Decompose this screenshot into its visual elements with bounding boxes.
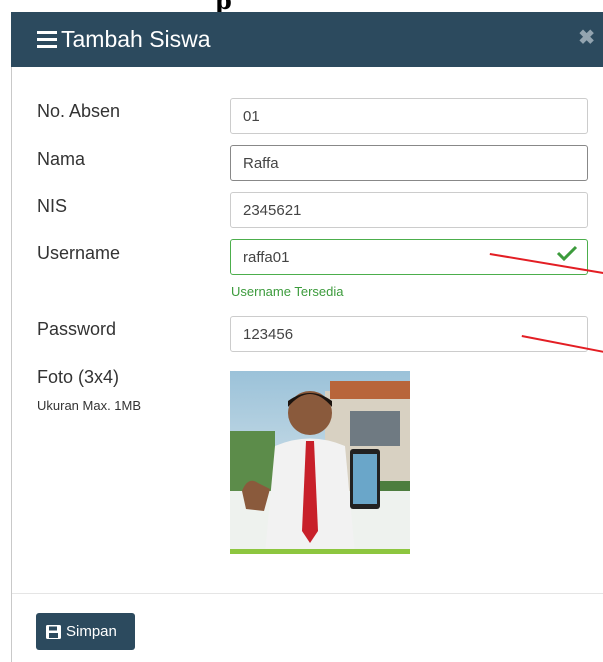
save-button-label: Simpan	[66, 623, 117, 640]
no-absen-label: No. Absen	[37, 101, 121, 121]
nama-label: Nama	[37, 149, 86, 169]
password-field[interactable]	[230, 316, 588, 352]
page-heading-fragment: p	[215, 0, 232, 12]
password-label: Password	[37, 319, 117, 339]
username-status: Username Tersedia	[231, 284, 344, 299]
foto-size-hint: Ukuran Max. 1MB	[37, 398, 142, 413]
nis-field[interactable]	[230, 192, 588, 228]
check-icon	[556, 245, 578, 261]
save-button[interactable]: Simpan	[36, 613, 135, 650]
modal-header: Tambah Siswa ✖	[11, 12, 603, 67]
modal-title: Tambah Siswa	[61, 26, 211, 52]
no-absen-field[interactable]	[230, 98, 588, 134]
modal-left-border	[11, 67, 12, 662]
nis-label: NIS	[37, 196, 68, 216]
floppy-disk-icon	[46, 625, 61, 639]
nama-field[interactable]	[230, 145, 588, 181]
hamburger-icon	[37, 31, 57, 48]
foto-label: Foto (3x4)	[37, 367, 120, 387]
footer-divider	[12, 593, 603, 594]
student-photo[interactable]	[230, 371, 410, 554]
username-field[interactable]	[230, 239, 588, 275]
close-icon[interactable]: ✖	[578, 25, 595, 50]
page-heading-cut: p	[0, 0, 603, 12]
username-label: Username	[37, 243, 121, 263]
